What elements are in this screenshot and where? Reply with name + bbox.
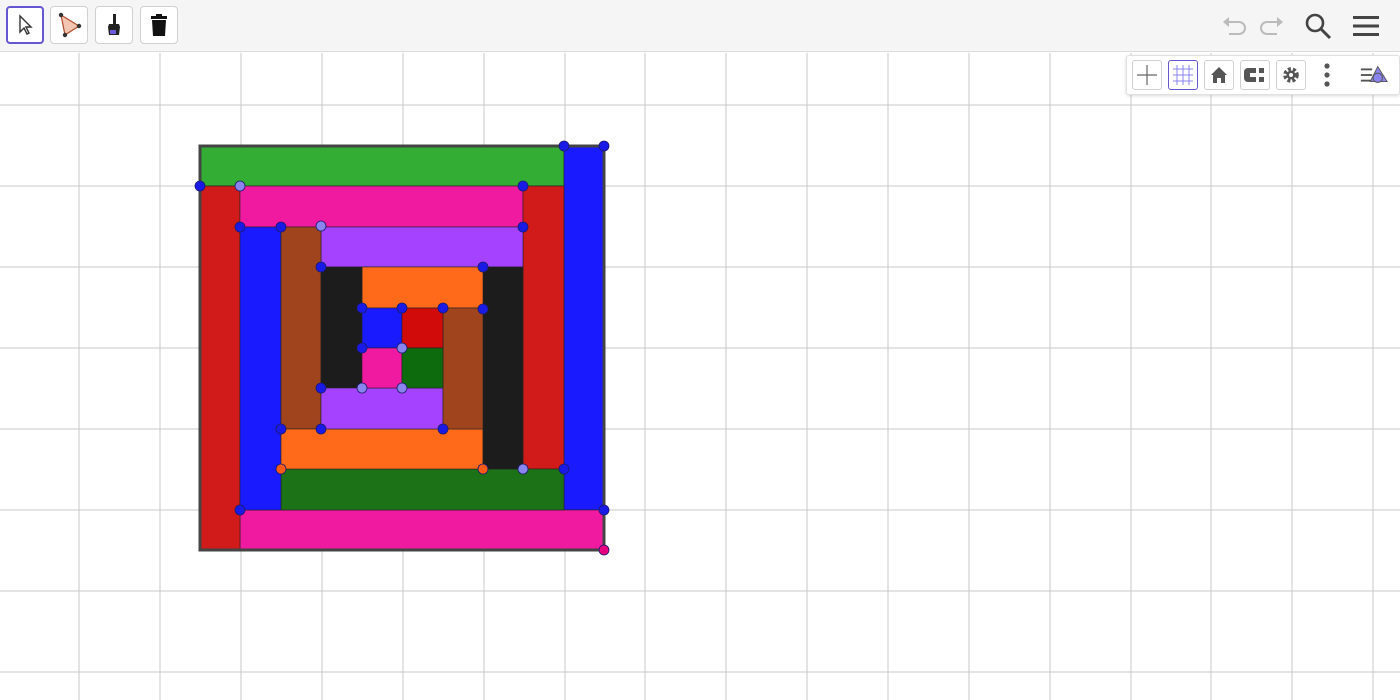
graphics-settings-button[interactable] bbox=[1276, 60, 1306, 90]
point bbox=[275, 463, 287, 475]
point bbox=[275, 423, 287, 435]
point bbox=[558, 463, 570, 475]
more-vertical-icon bbox=[1324, 63, 1330, 87]
point bbox=[517, 221, 529, 233]
point bbox=[437, 302, 449, 314]
search-icon bbox=[1305, 13, 1332, 40]
polygon-top-green bbox=[199, 145, 565, 187]
point bbox=[517, 180, 529, 192]
point bbox=[315, 220, 327, 232]
show-grid-button[interactable] bbox=[1168, 60, 1198, 90]
point bbox=[598, 544, 610, 556]
point bbox=[517, 463, 529, 475]
point bbox=[234, 504, 246, 516]
search-button[interactable] bbox=[1300, 8, 1336, 44]
toggle-algebra-view-button[interactable] bbox=[1359, 60, 1389, 90]
move-tool-button[interactable] bbox=[6, 6, 44, 44]
point bbox=[396, 342, 408, 354]
polygon-center-red bbox=[401, 307, 444, 349]
point bbox=[477, 303, 489, 315]
polygon-left-brown bbox=[280, 226, 322, 430]
polygon-right-brown bbox=[442, 307, 484, 430]
point bbox=[315, 261, 327, 273]
point bbox=[275, 221, 287, 233]
point bbox=[396, 382, 408, 394]
polygon-bottom-dark-green bbox=[280, 468, 565, 511]
more-options-button[interactable] bbox=[1312, 60, 1342, 90]
grid-icon bbox=[1173, 65, 1193, 85]
delete-tool-button[interactable] bbox=[140, 6, 178, 44]
polygon-top-purple bbox=[320, 226, 524, 268]
polygon-bottom-pink bbox=[239, 509, 605, 551]
main-toolbar bbox=[0, 0, 1400, 52]
undo-button[interactable] bbox=[1216, 8, 1252, 44]
polygon-top-pink bbox=[239, 185, 524, 228]
point bbox=[315, 382, 327, 394]
paint-tool-button[interactable] bbox=[95, 6, 133, 44]
point bbox=[234, 180, 246, 192]
redo-button[interactable] bbox=[1254, 8, 1290, 44]
point bbox=[234, 221, 246, 233]
polygon-right-black bbox=[482, 266, 524, 470]
home-icon bbox=[1211, 67, 1227, 83]
point bbox=[477, 261, 489, 273]
point bbox=[396, 302, 408, 314]
point bbox=[315, 423, 327, 435]
triangle-polygon-icon bbox=[58, 12, 82, 38]
graphics-style-bar bbox=[1126, 55, 1400, 95]
polygon-left-black bbox=[320, 266, 363, 389]
settings-gear-icon bbox=[1283, 67, 1299, 83]
point bbox=[356, 342, 368, 354]
polygon-center-green bbox=[401, 347, 444, 389]
polygon-left-blue bbox=[239, 226, 282, 511]
point bbox=[558, 140, 570, 152]
show-axes-button[interactable] bbox=[1132, 60, 1162, 90]
redo-icon bbox=[1260, 17, 1283, 35]
graphics-view[interactable] bbox=[0, 53, 1400, 700]
polygon-bottom-purple bbox=[320, 387, 444, 430]
polygon-bottom-orange bbox=[280, 428, 484, 470]
polygon-center-blue bbox=[361, 307, 403, 349]
polygon-right-blue bbox=[563, 145, 605, 511]
hamburger-menu-icon bbox=[1353, 16, 1379, 36]
point bbox=[194, 180, 206, 192]
point bbox=[437, 423, 449, 435]
point bbox=[356, 302, 368, 314]
arrow-cursor-icon bbox=[19, 14, 33, 35]
polygon-left-red bbox=[199, 185, 241, 551]
axes-icon bbox=[1137, 65, 1157, 85]
paintbrush-icon bbox=[108, 14, 120, 35]
polygon-top-orange bbox=[361, 266, 484, 309]
undo-icon bbox=[1223, 17, 1246, 35]
main-menu-button[interactable] bbox=[1348, 8, 1384, 44]
point-capturing-button[interactable] bbox=[1240, 60, 1270, 90]
point bbox=[356, 382, 368, 394]
point bbox=[598, 140, 610, 152]
point bbox=[598, 504, 610, 516]
point bbox=[477, 463, 489, 475]
polygon-right-red bbox=[522, 185, 565, 470]
trash-icon bbox=[151, 14, 167, 36]
standard-view-button[interactable] bbox=[1204, 60, 1234, 90]
point-capture-icon bbox=[1244, 68, 1264, 82]
polygon-center-pink bbox=[361, 347, 403, 389]
algebra-toggle-icon bbox=[1360, 65, 1388, 83]
polygon-tool-button[interactable] bbox=[50, 6, 88, 44]
